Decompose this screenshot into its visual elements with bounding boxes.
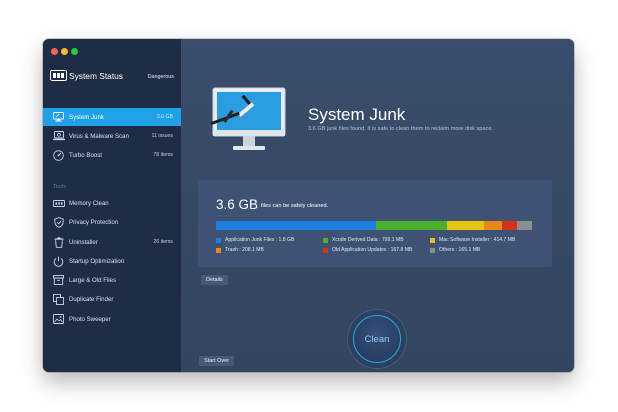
tools-section-label: Tools bbox=[53, 184, 67, 190]
speedometer-icon bbox=[52, 149, 65, 161]
legend-swatch bbox=[323, 247, 328, 253]
app-window: System Status Dangerous System Junk 3.6 … bbox=[43, 39, 574, 372]
monitor-cleaning-icon bbox=[210, 87, 286, 150]
sidebar-item-label: System Junk bbox=[69, 113, 104, 121]
sidebar-item-duplicate-finder[interactable]: Duplicate Finder bbox=[43, 290, 181, 308]
legend-label: Trash : 208.1 MB bbox=[225, 247, 264, 253]
sidebar-item-value: 3.6 GB bbox=[156, 114, 173, 120]
sidebar-item-label: Startup Optimization bbox=[69, 257, 125, 265]
bar-segment bbox=[446, 221, 484, 230]
sidebar-item-system-junk[interactable]: System Junk 3.6 GB bbox=[43, 108, 181, 126]
sidebar-title: System Status bbox=[69, 70, 123, 81]
bar-segment bbox=[483, 221, 503, 230]
shield-icon bbox=[52, 216, 65, 228]
main-panel: System Junk 3.6 GB junk files found. It … bbox=[181, 39, 574, 372]
legend-swatch bbox=[430, 247, 435, 253]
legend-item: Old Application Updates : 167.8 MB bbox=[323, 247, 412, 253]
legend-item: Trash : 208.1 MB bbox=[216, 247, 264, 253]
junk-total-note: files can be safely cleaned. bbox=[261, 203, 329, 209]
sidebar-item-label: Uninstaller bbox=[69, 238, 98, 246]
copy-icon bbox=[52, 293, 65, 305]
legend-label: Mac Software Installer : 414.7 MB bbox=[439, 237, 516, 243]
sidebar-item-photo-sweeper[interactable]: Photo Sweeper bbox=[43, 310, 181, 328]
junk-summary-panel: 3.6 GB files can be safely cleaned. Appl… bbox=[198, 180, 552, 267]
sidebar-item-large-old-files[interactable]: Large & Old Files bbox=[43, 271, 181, 289]
legend-item: Application Junk Files : 1.8 GB bbox=[216, 237, 294, 243]
trash-icon bbox=[52, 236, 65, 248]
legend-item: Others : 165.1 MB bbox=[430, 247, 480, 253]
laptop-scan-icon bbox=[52, 131, 65, 141]
brand: System Status bbox=[50, 70, 123, 81]
page-title: System Junk bbox=[308, 105, 406, 124]
legend-label: Old Application Updates : 167.8 MB bbox=[332, 247, 413, 253]
clean-button-ring: Clean bbox=[347, 309, 407, 369]
status-badge: Dangerous bbox=[147, 74, 174, 80]
bar-segment bbox=[502, 221, 518, 230]
sidebar-item-label: Memory Clean bbox=[69, 199, 109, 207]
sidebar-item-label: Photo Sweeper bbox=[69, 315, 111, 323]
close-window-button[interactable] bbox=[51, 48, 58, 55]
legend-swatch bbox=[216, 247, 221, 253]
photo-icon bbox=[52, 314, 65, 324]
sidebar-item-label: Privacy Protection bbox=[69, 218, 119, 226]
legend-swatch bbox=[323, 237, 328, 243]
archive-box-icon bbox=[52, 275, 65, 285]
memory-chip-icon bbox=[52, 199, 65, 208]
sidebar-item-label: Virus & Malware Scan bbox=[69, 132, 129, 140]
start-over-button[interactable]: Start Over bbox=[199, 356, 235, 366]
clean-button[interactable]: Clean bbox=[353, 315, 401, 363]
sidebar-item-label: Duplicate Finder bbox=[69, 295, 114, 303]
power-icon bbox=[52, 256, 65, 267]
legend-swatch bbox=[430, 237, 435, 243]
legend-item: Mac Software Installer : 414.7 MB bbox=[430, 237, 515, 243]
sidebar: System Status Dangerous System Junk 3.6 … bbox=[43, 39, 181, 372]
sidebar-item-value: 26 items bbox=[153, 239, 173, 245]
bar-segment bbox=[216, 221, 376, 230]
legend-label: Application Junk Files : 1.8 GB bbox=[225, 237, 295, 243]
bar-segment bbox=[375, 221, 447, 230]
system-status-icon bbox=[50, 70, 67, 81]
details-button[interactable]: Details bbox=[201, 275, 228, 285]
sidebar-item-privacy-protection[interactable]: Privacy Protection bbox=[43, 213, 181, 231]
sidebar-item-memory-clean[interactable]: Memory Clean bbox=[43, 194, 181, 212]
sidebar-item-startup-optimization[interactable]: Startup Optimization bbox=[43, 252, 181, 270]
sidebar-item-value: 78 items bbox=[153, 152, 173, 158]
zoom-window-button[interactable] bbox=[71, 48, 78, 55]
sidebar-item-virus-malware-scan[interactable]: Virus & Malware Scan 11 issues bbox=[43, 127, 181, 145]
legend-item: Xcode Derived Data : 799.1 MB bbox=[323, 237, 404, 243]
monitor-icon bbox=[52, 112, 65, 122]
minimize-window-button[interactable] bbox=[61, 48, 68, 55]
sidebar-item-turbo-boost[interactable]: Turbo Boost 78 items bbox=[43, 146, 181, 164]
bar-segment bbox=[517, 221, 532, 230]
sidebar-item-label: Large & Old Files bbox=[69, 276, 117, 284]
sidebar-item-label: Turbo Boost bbox=[69, 151, 102, 159]
legend-swatch bbox=[216, 237, 221, 243]
sidebar-item-value: 11 issues bbox=[151, 133, 173, 139]
junk-breakdown-bar bbox=[216, 221, 532, 230]
junk-total-size: 3.6 GB bbox=[216, 197, 259, 212]
sidebar-item-uninstaller[interactable]: Uninstaller 26 items bbox=[43, 233, 181, 251]
page-subtitle: 3.6 GB junk files found. It is safe to c… bbox=[308, 126, 493, 132]
legend-label: Xcode Derived Data : 799.1 MB bbox=[332, 237, 404, 243]
legend-label: Others : 165.1 MB bbox=[439, 247, 481, 253]
